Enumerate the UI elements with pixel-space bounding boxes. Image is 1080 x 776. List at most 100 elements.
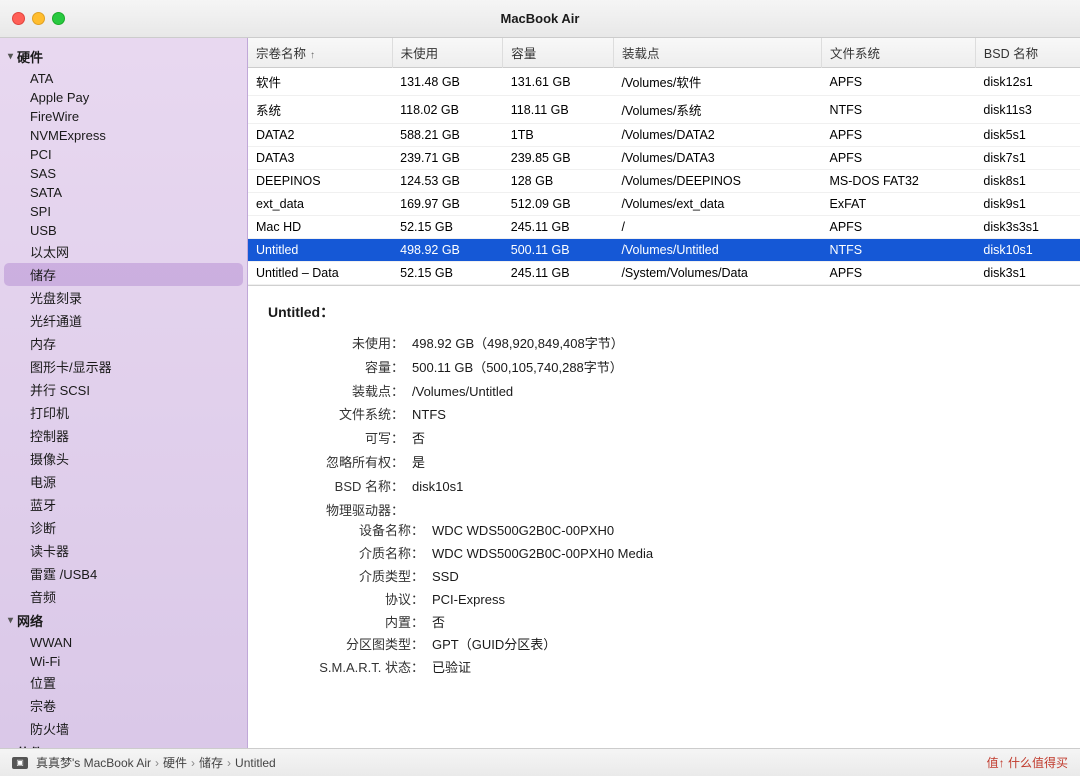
sidebar-item-sas[interactable]: SAS <box>4 164 243 183</box>
sidebar-item-camera[interactable]: 摄像头 <box>4 447 243 470</box>
sidebar-item-volume[interactable]: 宗卷 <box>4 694 243 717</box>
volume-table-container: 宗卷名称↑未使用容量装载点文件系统BSD 名称 软件131.48 GB131.6… <box>248 38 1080 286</box>
table-cell: 128 GB <box>503 170 614 193</box>
close-button[interactable] <box>12 12 25 25</box>
sidebar-item-firewall[interactable]: 防火墙 <box>4 717 243 740</box>
sidebar-item-bluetooth[interactable]: 蓝牙 <box>4 493 243 516</box>
table-cell: disk5s1 <box>975 124 1080 147</box>
col-header-capacity[interactable]: 容量 <box>503 38 614 68</box>
table-header: 宗卷名称↑未使用容量装载点文件系统BSD 名称 <box>248 38 1080 68</box>
maximize-button[interactable] <box>52 12 65 25</box>
table-row[interactable]: DEEPINOS124.53 GB128 GB/Volumes/DEEPINOS… <box>248 170 1080 193</box>
sidebar-item-controller[interactable]: 控制器 <box>4 424 243 447</box>
detail-field-label: BSD 名称： <box>268 477 408 498</box>
table-cell: /Volumes/软件 <box>613 68 821 96</box>
detail-field-label: 物理驱动器： <box>268 501 408 522</box>
table-cell: /Volumes/Untitled <box>613 239 821 262</box>
sidebar-section-software[interactable]: ▾软件 <box>0 740 247 748</box>
breadcrumb-item: 储存 <box>199 754 223 771</box>
table-cell: 软件 <box>248 68 392 96</box>
table-row[interactable]: ext_data169.97 GB512.09 GB/Volumes/ext_d… <box>248 193 1080 216</box>
breadcrumb-separator: › <box>227 756 231 770</box>
table-cell: DATA3 <box>248 147 392 170</box>
table-cell: 498.92 GB <box>392 239 503 262</box>
sidebar-item-nvmexpress[interactable]: NVMExpress <box>4 126 243 145</box>
detail-sub-label: 分区图类型： <box>288 635 428 656</box>
detail-field-label: 可写： <box>268 429 408 450</box>
detail-sub-label: 内置： <box>288 613 428 634</box>
sidebar-item-firewire[interactable]: FireWire <box>4 107 243 126</box>
sidebar-item-optical2[interactable]: 光纤通道 <box>4 309 243 332</box>
detail-area: Untitled： 未使用：498.92 GB（498,920,849,408字… <box>248 286 1080 748</box>
detail-field-value: 498.92 GB（498,920,849,408字节） <box>412 334 1060 355</box>
status-bar: ▣真真梦's MacBook Air › 硬件 › 储存 › Untitled … <box>0 748 1080 776</box>
sidebar: ▾硬件ATAApple PayFireWireNVMExpressPCISASS… <box>0 38 248 748</box>
sidebar-item-memory[interactable]: 内存 <box>4 332 243 355</box>
table-cell: DEEPINOS <box>248 170 392 193</box>
sidebar-item-wifi[interactable]: Wi-Fi <box>4 652 243 671</box>
table-cell: APFS <box>822 147 976 170</box>
sidebar-item-ethernet[interactable]: 以太网 <box>4 240 243 263</box>
detail-field-label: 装载点： <box>268 382 408 403</box>
sidebar-item-power[interactable]: 电源 <box>4 470 243 493</box>
sidebar-item-spi[interactable]: SPI <box>4 202 243 221</box>
detail-field-label: 文件系统： <box>268 405 408 426</box>
col-header-fs[interactable]: 文件系统 <box>822 38 976 68</box>
sidebar-item-apple-pay[interactable]: Apple Pay <box>4 88 243 107</box>
table-cell: 245.11 GB <box>503 216 614 239</box>
table-cell: 169.97 GB <box>392 193 503 216</box>
table-row[interactable]: Untitled498.92 GB500.11 GB/Volumes/Untit… <box>248 239 1080 262</box>
sidebar-item-optical[interactable]: 光盘刻录 <box>4 286 243 309</box>
detail-sub-label: 介质名称： <box>288 544 428 565</box>
minimize-button[interactable] <box>32 12 45 25</box>
sidebar-item-pci[interactable]: PCI <box>4 145 243 164</box>
col-header-free[interactable]: 未使用 <box>392 38 503 68</box>
detail-field-value <box>412 501 1060 522</box>
detail-sub-value: PCI-Express <box>432 590 1060 611</box>
table-cell: /System/Volumes/Data <box>613 262 821 285</box>
col-header-mount[interactable]: 装载点 <box>613 38 821 68</box>
detail-field-value: 是 <box>412 453 1060 474</box>
detail-sub-value: 已验证 <box>432 658 1060 679</box>
volume-table: 宗卷名称↑未使用容量装载点文件系统BSD 名称 软件131.48 GB131.6… <box>248 38 1080 285</box>
sidebar-item-gpu[interactable]: 图形卡/显示器 <box>4 355 243 378</box>
table-cell: NTFS <box>822 96 976 124</box>
sidebar-item-audio[interactable]: 音频 <box>4 585 243 608</box>
table-cell: disk12s1 <box>975 68 1080 96</box>
sidebar-item-thunderbolt[interactable]: 雷霆 /USB4 <box>4 562 243 585</box>
table-row[interactable]: 系统118.02 GB118.11 GB/Volumes/系统NTFSdisk1… <box>248 96 1080 124</box>
sidebar-item-diagnostics[interactable]: 诊断 <box>4 516 243 539</box>
table-cell: /Volumes/ext_data <box>613 193 821 216</box>
sidebar-item-wwan[interactable]: WWAN <box>4 633 243 652</box>
table-cell: disk11s3 <box>975 96 1080 124</box>
table-cell: APFS <box>822 216 976 239</box>
table-row[interactable]: 软件131.48 GB131.61 GB/Volumes/软件APFSdisk1… <box>248 68 1080 96</box>
table-cell: 512.09 GB <box>503 193 614 216</box>
col-header-name[interactable]: 宗卷名称↑ <box>248 38 392 68</box>
sidebar-section-hardware[interactable]: ▾硬件 <box>0 44 247 69</box>
detail-field-value: disk10s1 <box>412 477 1060 498</box>
detail-sub-value: GPT（GUID分区表） <box>432 635 1060 656</box>
sidebar-item-sata[interactable]: SATA <box>4 183 243 202</box>
table-row[interactable]: DATA3239.71 GB239.85 GB/Volumes/DATA3APF… <box>248 147 1080 170</box>
sidebar-item-ata[interactable]: ATA <box>4 69 243 88</box>
sidebar-item-location[interactable]: 位置 <box>4 671 243 694</box>
sidebar-section-network[interactable]: ▾网络 <box>0 608 247 633</box>
col-header-bsd[interactable]: BSD 名称 <box>975 38 1080 68</box>
sidebar-item-scsi[interactable]: 并行 SCSI <box>4 378 243 401</box>
detail-sub-value: SSD <box>432 567 1060 588</box>
sidebar-item-cardreader[interactable]: 读卡器 <box>4 539 243 562</box>
detail-field-value: 否 <box>412 429 1060 450</box>
table-row[interactable]: Untitled – Data52.15 GB245.11 GB/System/… <box>248 262 1080 285</box>
table-row[interactable]: Mac HD52.15 GB245.11 GB/APFSdisk3s3s1 <box>248 216 1080 239</box>
window-controls <box>12 12 65 25</box>
sidebar-item-storage[interactable]: 储存 <box>4 263 243 286</box>
sidebar-item-usb[interactable]: USB <box>4 221 243 240</box>
detail-title: Untitled： <box>268 302 1060 322</box>
detail-field-value: NTFS <box>412 405 1060 426</box>
breadcrumb-item: Untitled <box>235 756 276 770</box>
sidebar-item-printer[interactable]: 打印机 <box>4 401 243 424</box>
detail-sub-label: S.M.A.R.T. 状态： <box>288 658 428 679</box>
table-row[interactable]: DATA2588.21 GB1TB/Volumes/DATA2APFSdisk5… <box>248 124 1080 147</box>
chevron-icon: ▾ <box>8 51 13 62</box>
